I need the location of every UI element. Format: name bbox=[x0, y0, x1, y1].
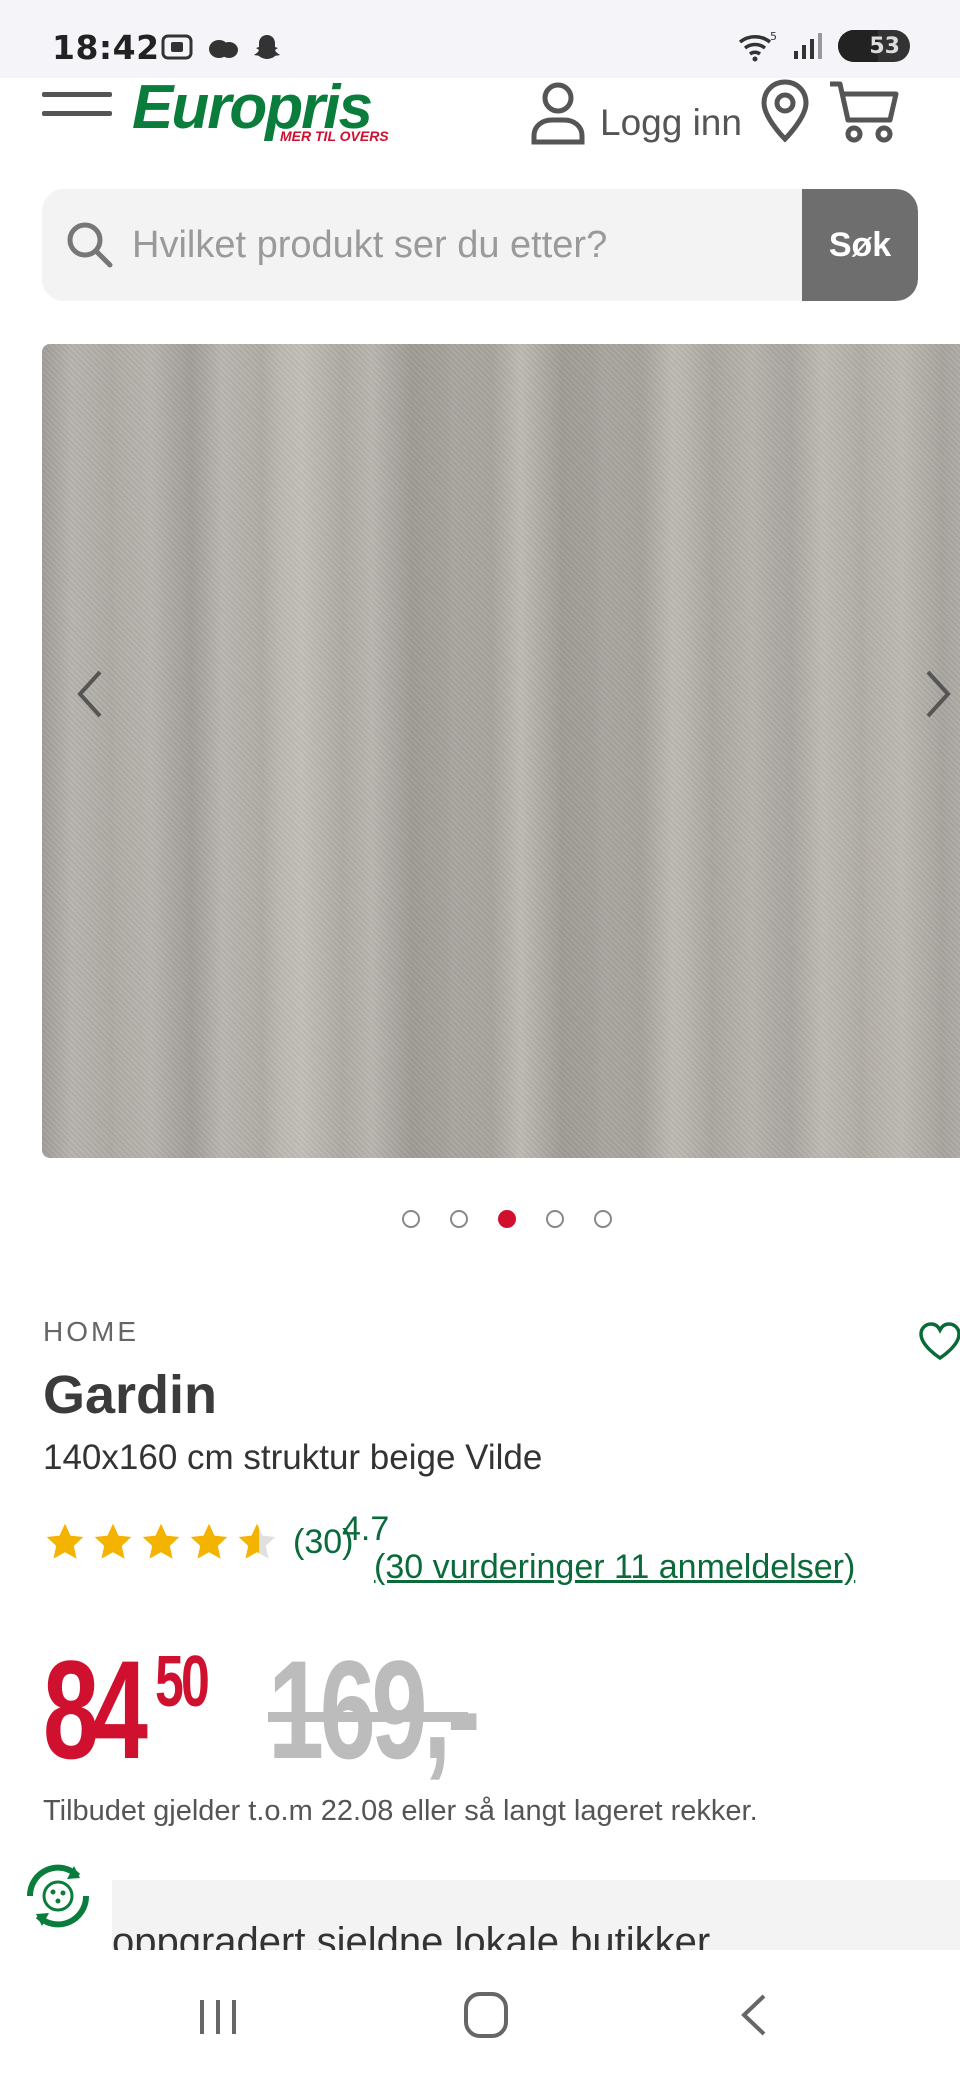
login-button[interactable]: Logg inn bbox=[528, 78, 742, 148]
logo-tagline: MER TIL OVERS bbox=[280, 128, 389, 144]
cart-icon[interactable] bbox=[828, 78, 902, 144]
carousel-dot-active[interactable] bbox=[498, 1210, 516, 1228]
search-bar: Søk bbox=[42, 189, 918, 301]
system-nav-bar bbox=[0, 1950, 960, 2080]
menu-icon[interactable] bbox=[42, 92, 112, 122]
europris-logo[interactable]: Europris MER TIL OVERS bbox=[132, 73, 392, 148]
old-price-strikethrough bbox=[268, 1712, 468, 1722]
price-decimals: 50 bbox=[155, 1642, 210, 1722]
rating-stars: (30) bbox=[43, 1520, 353, 1564]
product-brand: HOME bbox=[43, 1316, 139, 1347]
screenshot-icon bbox=[161, 34, 193, 60]
battery-level: 53 bbox=[869, 33, 900, 59]
heart-icon[interactable] bbox=[918, 1322, 960, 1362]
home-icon[interactable] bbox=[462, 1990, 510, 2040]
stars bbox=[43, 1520, 279, 1564]
carousel-dots bbox=[0, 1210, 960, 1228]
status-bar: 18:42 5 53 bbox=[0, 0, 960, 78]
battery-icon: 53 bbox=[838, 30, 910, 62]
cloud-icon bbox=[209, 40, 238, 58]
status-right-icons: 5 53 bbox=[736, 30, 910, 62]
chevron-left-icon[interactable] bbox=[70, 664, 110, 724]
star-half-icon bbox=[238, 1523, 276, 1559]
back-icon[interactable] bbox=[736, 1990, 772, 2040]
star-icon bbox=[46, 1523, 84, 1559]
search-icon bbox=[67, 222, 113, 268]
next-section-card: oppgradert sjeldne lokale butikker bbox=[112, 1880, 960, 1950]
wifi-icon: 5 bbox=[738, 30, 777, 62]
product-image[interactable] bbox=[42, 344, 960, 1158]
recent-apps-icon[interactable] bbox=[194, 1992, 242, 2040]
star-icon bbox=[94, 1523, 132, 1559]
site-header: Europris MER TIL OVERS Logg inn bbox=[0, 73, 960, 168]
recycle-badge-icon[interactable] bbox=[18, 1856, 98, 1936]
signal-icon bbox=[794, 33, 822, 59]
snapchat-icon bbox=[254, 35, 280, 59]
rating-score: 4.7 bbox=[342, 1510, 390, 1548]
search-input[interactable] bbox=[132, 189, 832, 301]
carousel-dot[interactable] bbox=[594, 1210, 612, 1228]
offer-note: Tilbudet gjelder t.o.m 22.08 eller så la… bbox=[43, 1795, 758, 1827]
star-icon bbox=[142, 1523, 180, 1559]
status-time: 18:42 bbox=[52, 28, 160, 67]
old-price: 169,- bbox=[268, 1631, 480, 1788]
reviews-link[interactable]: (30 vurderinger 11 anmeldelser) bbox=[374, 1548, 855, 1587]
carousel-dot[interactable] bbox=[402, 1210, 420, 1228]
chevron-right-icon[interactable] bbox=[918, 664, 958, 724]
carousel-dot[interactable] bbox=[546, 1210, 564, 1228]
login-label: Logg inn bbox=[600, 102, 742, 143]
search-button[interactable]: Søk bbox=[802, 189, 918, 301]
product-subtitle: 140x160 cm struktur beige Vilde bbox=[43, 1438, 543, 1477]
svg-text:5: 5 bbox=[770, 30, 777, 43]
next-section-text: oppgradert sjeldne lokale butikker bbox=[112, 1920, 711, 1950]
current-price: 84 50 bbox=[43, 1631, 210, 1788]
status-left-icons bbox=[160, 32, 282, 62]
location-pin-icon[interactable] bbox=[758, 78, 812, 144]
user-icon bbox=[531, 82, 585, 145]
carousel-dot[interactable] bbox=[450, 1210, 468, 1228]
price-integer: 84 bbox=[43, 1631, 148, 1788]
product-title: Gardin bbox=[43, 1365, 218, 1425]
star-icon bbox=[190, 1523, 228, 1559]
